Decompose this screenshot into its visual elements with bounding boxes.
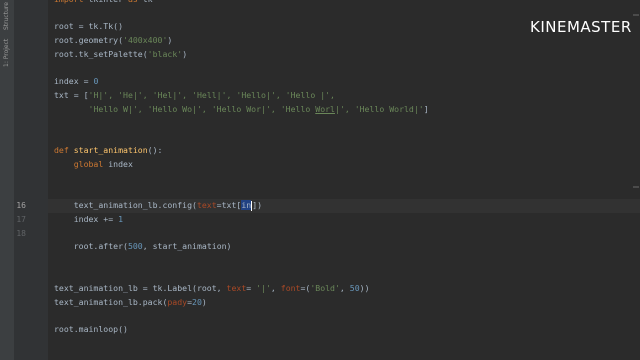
code-line-palette: root.tk_setPalette('black') xyxy=(54,49,188,59)
code-line-label: text_animation_lb = tk.Label(root, text=… xyxy=(54,283,370,293)
code-line-mainloop: root.mainloop() xyxy=(54,324,128,334)
code-line-config: text_animation_lb.config(text=txt[in]) xyxy=(73,200,263,211)
code-line-geometry: root.geometry('400x400') xyxy=(54,35,173,45)
line-number-gutter: 16 17 18 xyxy=(14,0,48,360)
line-number-17: 17 xyxy=(16,215,26,224)
line-number-16: 16 xyxy=(16,201,26,210)
error-stripe[interactable] xyxy=(632,0,640,360)
project-tool-tab[interactable]: 1: Project xyxy=(1,36,13,70)
code-line-txt: txt = ['H|', 'He|', 'Hel|', 'Hell|', 'He… xyxy=(54,90,335,100)
line-number-18: 18 xyxy=(16,229,26,238)
tool-window-strip: Structure 1: Project xyxy=(0,0,15,360)
code-line-def: def start_animation(): xyxy=(54,145,163,155)
code-line-pack: text_animation_lb.pack(pady=20) xyxy=(54,297,207,307)
code-line-after: root.after(500, start_animation) xyxy=(73,241,232,251)
code-line-increment: index += 1 xyxy=(73,214,124,224)
code-line-txt-cont: 'Hello W|', 'Hello Wo|', 'Hello Wor|', '… xyxy=(88,104,429,114)
code-line-root: root = tk.Tk() xyxy=(54,21,124,31)
code-line-global: global index xyxy=(73,159,133,169)
code-line-index: index = 0 xyxy=(54,76,99,86)
code-line-import: import tkinter as tk xyxy=(54,0,153,7)
structure-tool-tab[interactable]: Structure xyxy=(1,2,13,30)
